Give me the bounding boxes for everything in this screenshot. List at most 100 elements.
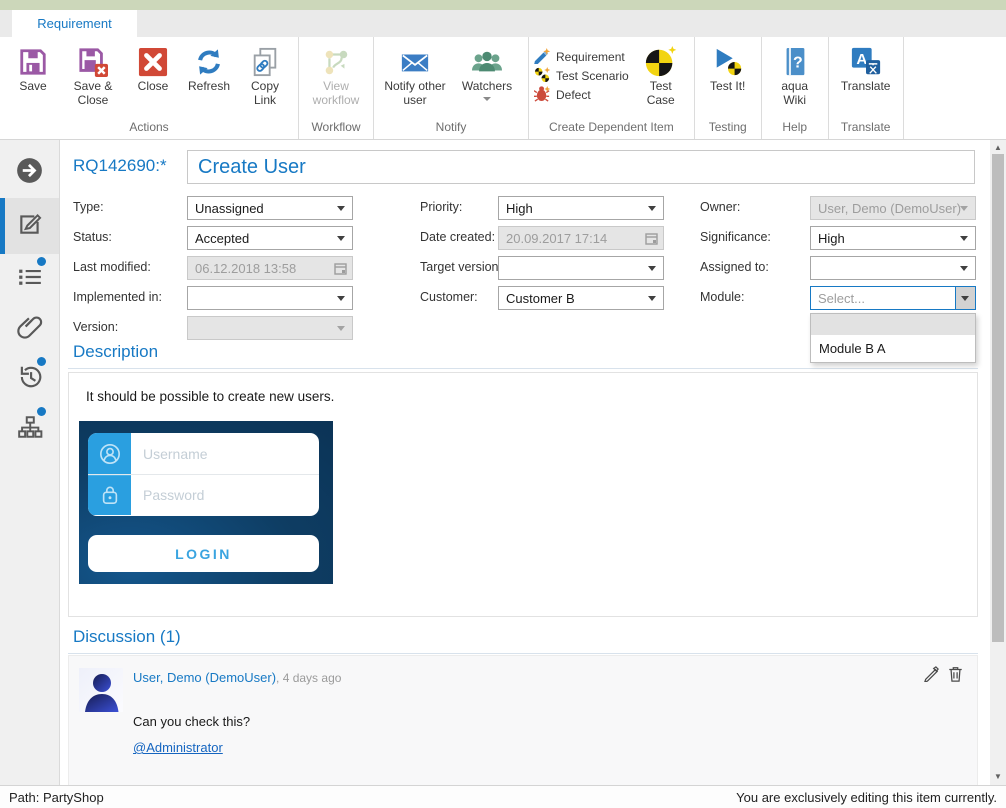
lock-icon: [88, 475, 131, 515]
ribbon-group-translate: A Translate Translate: [829, 37, 904, 139]
username-placeholder: Username: [131, 446, 208, 462]
vertical-scrollbar[interactable]: ▲ ▼: [990, 140, 1006, 785]
refresh-icon: [194, 43, 224, 80]
editing-status-message: You are exclusively editing this item cu…: [736, 790, 997, 805]
delete-comment-button[interactable]: [948, 666, 963, 687]
close-button[interactable]: Close: [127, 43, 179, 94]
dropdown-arrow-icon: [648, 266, 656, 271]
dropdown-arrow-icon: [648, 206, 656, 211]
title-input[interactable]: Create User: [187, 150, 975, 184]
type-select[interactable]: Unassigned: [187, 196, 353, 220]
module-select[interactable]: Select...: [810, 286, 976, 310]
implemented-in-label: Implemented in:: [73, 290, 162, 304]
comment-item: User, Demo (DemoUser), 4 days ago Can yo…: [68, 655, 978, 785]
ribbon-group-workflow: View workflow Workflow: [299, 37, 374, 139]
scroll-up-arrow-icon[interactable]: ▲: [990, 140, 1006, 154]
owner-label: Owner:: [700, 200, 740, 214]
sidebar-collapse-button[interactable]: [0, 148, 59, 198]
calendar-icon: [645, 232, 658, 248]
sidebar-item-history[interactable]: [0, 354, 59, 404]
refresh-button[interactable]: Refresh: [183, 43, 235, 94]
translate-button[interactable]: A Translate: [836, 43, 896, 94]
priority-select[interactable]: High: [498, 196, 664, 220]
ribbon-group-label-help: Help: [765, 119, 825, 139]
view-workflow-button[interactable]: View workflow: [306, 43, 366, 107]
svg-text:?: ?: [793, 54, 803, 71]
ribbon-tab-bar: Requirement: [0, 10, 1006, 37]
path-label: Path: PartyShop: [9, 790, 104, 805]
ribbon-group-actions: Save Save & Close Close: [0, 37, 299, 139]
tab-requirement[interactable]: Requirement: [12, 10, 137, 37]
save-button[interactable]: Save: [7, 43, 59, 94]
comment-mention-link[interactable]: @Administrator: [133, 740, 223, 755]
implemented-in-select[interactable]: [187, 286, 353, 310]
avatar: [79, 668, 123, 712]
password-placeholder: Password: [131, 487, 204, 503]
list-icon: [17, 264, 43, 295]
create-defect-button[interactable]: Defect: [534, 85, 629, 104]
aqua-wiki-button[interactable]: ? aqua Wiki: [769, 43, 821, 107]
save-icon: [18, 43, 48, 80]
create-requirement-button[interactable]: Requirement: [534, 47, 629, 66]
description-editor[interactable]: It should be possible to create new user…: [68, 372, 978, 617]
create-test-scenario-button[interactable]: Test Scenario: [534, 66, 629, 85]
module-option[interactable]: Module B A: [811, 335, 975, 362]
copy-link-icon: [250, 43, 280, 80]
assigned-to-select[interactable]: [810, 256, 976, 280]
login-mockup-image: Username Password LOGIN: [79, 421, 333, 584]
comment-text: Can you check this?: [133, 714, 250, 729]
edit-comment-button[interactable]: [923, 666, 939, 687]
status-select[interactable]: Accepted: [187, 226, 353, 250]
sidebar-item-edit[interactable]: [0, 198, 59, 254]
translate-icon: A: [850, 43, 882, 80]
workflow-icon: [321, 43, 351, 80]
notify-other-user-button[interactable]: Notify other user: [381, 43, 449, 107]
module-option-empty[interactable]: [811, 314, 975, 335]
calendar-icon: [334, 262, 347, 278]
dropdown-arrow-icon: [337, 296, 345, 301]
date-created-field: 20.09.2017 17:14: [498, 226, 664, 250]
dropdown-arrow-icon: [648, 296, 656, 301]
ribbon-group-testing: Test It! Testing: [695, 37, 762, 139]
create-test-case-button[interactable]: Test Case: [635, 43, 687, 107]
save-and-close-icon: [78, 43, 108, 80]
module-dropdown-popup: Module B A: [810, 313, 976, 363]
version-select: [187, 316, 353, 340]
paperclip-icon: [17, 314, 43, 345]
comment-author[interactable]: User, Demo (DemoUser): [133, 670, 276, 685]
item-editor: RQ142690:* Create User Type: Unassigned …: [60, 140, 990, 785]
ribbon-group-label-testing: Testing: [698, 119, 758, 139]
sidebar-item-hierarchy[interactable]: [0, 404, 59, 454]
close-icon: [138, 43, 168, 80]
copy-link-button[interactable]: Copy Link: [239, 43, 291, 107]
application-window: Requirement Save Save & Close: [0, 0, 1006, 808]
notification-dot: [37, 257, 46, 266]
sidebar-item-attachments[interactable]: [0, 304, 59, 354]
tree-icon: [17, 414, 43, 445]
scrollbar-thumb[interactable]: [992, 154, 1004, 642]
description-text: It should be possible to create new user…: [86, 389, 334, 404]
history-icon: [17, 364, 43, 395]
ribbon-group-label-create-dependent-item: Create Dependent Item: [532, 119, 691, 139]
status-bar: Path: PartyShop You are exclusively edit…: [0, 785, 1006, 808]
login-mock-password-row: Password: [88, 474, 319, 515]
version-label: Version:: [73, 320, 118, 334]
save-and-close-button[interactable]: Save & Close: [63, 43, 123, 107]
significance-select[interactable]: High: [810, 226, 976, 250]
sidebar-item-details-list[interactable]: [0, 254, 59, 304]
ribbon-group-label-translate: Translate: [832, 119, 900, 139]
status-label: Status:: [73, 230, 112, 244]
watchers-button[interactable]: Watchers: [453, 43, 521, 101]
priority-label: Priority:: [420, 200, 462, 214]
dropdown-arrow-icon: [961, 296, 969, 301]
customer-select[interactable]: Customer B: [498, 286, 664, 310]
dropdown-arrow-icon: [337, 236, 345, 241]
left-sidebar: [0, 140, 60, 785]
test-it-button[interactable]: Test It!: [702, 43, 754, 94]
envelope-icon: [399, 43, 431, 80]
arrow-right-circle-icon: [16, 157, 43, 189]
significance-label: Significance:: [700, 230, 771, 244]
scroll-down-arrow-icon[interactable]: ▼: [990, 769, 1006, 783]
ribbon-group-help: ? aqua Wiki Help: [762, 37, 829, 139]
target-version-select[interactable]: [498, 256, 664, 280]
